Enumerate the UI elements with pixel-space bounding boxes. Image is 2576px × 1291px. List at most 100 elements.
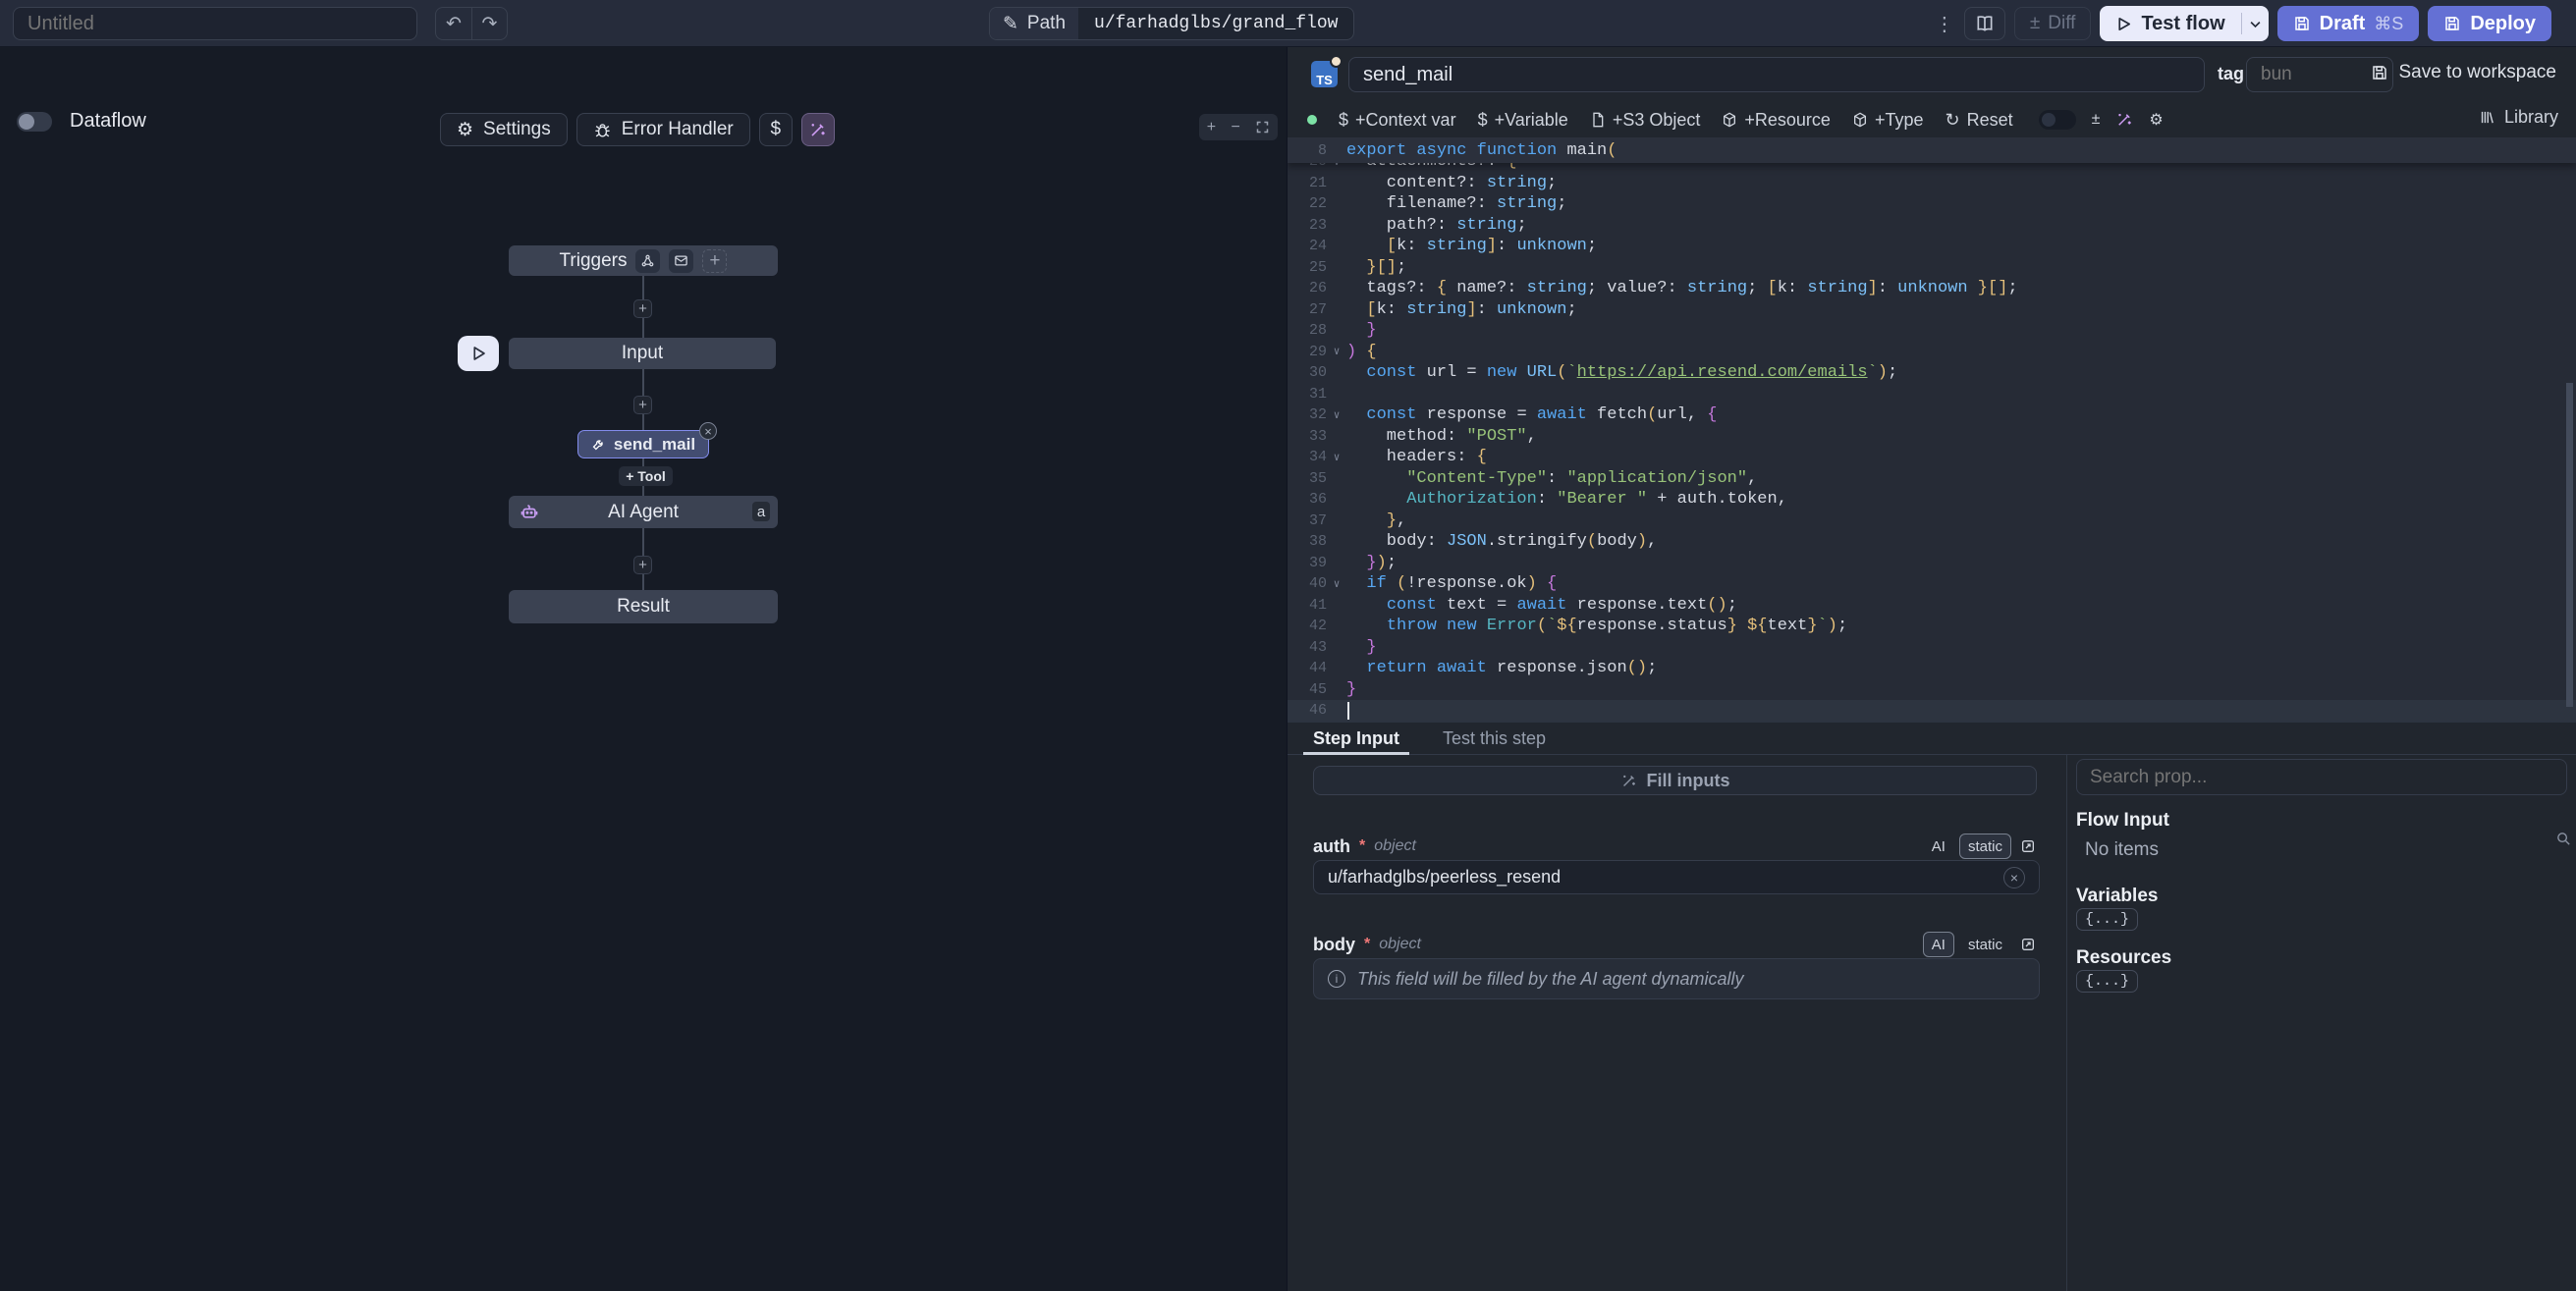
typescript-language-icon[interactable]: TS — [1311, 61, 1338, 87]
fill-inputs-button[interactable]: Fill inputs — [1313, 766, 2037, 795]
prop-search-input[interactable] — [2076, 759, 2567, 795]
dataflow-toggle[interactable] — [17, 112, 52, 132]
step-name-input[interactable] — [1348, 57, 2205, 92]
resources-object-chip[interactable]: {...} — [2076, 970, 2138, 993]
more-menu-button[interactable]: ⋮ — [1934, 12, 1955, 36]
editor-assistant-toggle[interactable] — [2039, 110, 2076, 130]
auth-static-mode-button[interactable]: static — [1959, 834, 2011, 859]
flow-canvas[interactable]: Dataflow ⚙ Settings Error Handler $ + − … — [0, 47, 1288, 1291]
webhook-trigger-button[interactable] — [635, 249, 660, 273]
fold-chevron-icon: ∨ — [1327, 577, 1346, 591]
add-context-var-button[interactable]: $ +Context var — [1339, 110, 1456, 131]
code-line[interactable]: 36 Authorization: "Bearer " + auth.token… — [1288, 489, 2576, 511]
code-line[interactable]: 23 path?: string; — [1288, 215, 2576, 237]
test-flow-dropdown[interactable] — [2241, 13, 2269, 34]
code-line[interactable]: 22 filename?: string; — [1288, 193, 2576, 215]
ai-wand-button[interactable] — [801, 113, 835, 146]
email-trigger-button[interactable] — [669, 249, 693, 273]
add-tool-button[interactable]: + Tool — [619, 466, 673, 486]
code-line[interactable]: 33 method: "POST", — [1288, 426, 2576, 448]
test-flow-main[interactable]: Test flow — [2100, 13, 2240, 35]
code-line[interactable]: 43 } — [1288, 637, 2576, 659]
code-line[interactable]: 41 const text = await response.text(); — [1288, 595, 2576, 617]
save-to-workspace-button[interactable]: Save to workspace — [2371, 62, 2556, 83]
settings-button[interactable]: ⚙ Settings — [440, 113, 568, 146]
sticky-code-line[interactable]: 8export async function main( — [1288, 137, 2576, 163]
wrench-icon — [591, 437, 606, 452]
code-line[interactable]: 31 — [1288, 384, 2576, 405]
tab-test-this-step[interactable]: Test this step — [1443, 723, 1546, 754]
gear-icon[interactable]: ⚙ — [2149, 110, 2163, 130]
draft-button[interactable]: Draft ⌘S — [2277, 6, 2420, 41]
library-button[interactable]: Library — [2479, 107, 2558, 128]
deploy-button[interactable]: Deploy — [2428, 6, 2551, 41]
body-field-header: body* object AI static — [1313, 931, 2040, 958]
code-line[interactable]: 26 tags?: { name?: string; value?: strin… — [1288, 278, 2576, 299]
code-line[interactable]: 40∨ if (!response.ok) { — [1288, 573, 2576, 595]
code-line[interactable]: 30 const url = new URL(`https://api.rese… — [1288, 362, 2576, 384]
docs-button[interactable] — [1964, 7, 2005, 40]
insert-step-button-2[interactable]: + — [633, 396, 652, 414]
path-chip[interactable]: ✎ Path u/farhadglbs/grand_flow — [989, 7, 1354, 40]
result-node[interactable]: Result — [509, 590, 778, 623]
tab-step-input[interactable]: Step Input — [1313, 723, 1399, 754]
add-s3-object-button[interactable]: +S3 Object — [1590, 110, 1701, 131]
flow-title-input[interactable] — [13, 7, 417, 40]
clear-auth-button[interactable]: × — [2003, 867, 2025, 888]
code-line[interactable]: 45} — [1288, 679, 2576, 701]
undo-button[interactable]: ↶ — [436, 8, 471, 39]
code-line[interactable]: 28 } — [1288, 320, 2576, 342]
test-flow-button[interactable]: Test flow — [2100, 6, 2268, 41]
code-line[interactable]: 24 [k: string]: unknown; — [1288, 236, 2576, 257]
dollar-icon: $ — [1478, 110, 1488, 131]
add-type-button[interactable]: +Type — [1852, 110, 1924, 131]
code-line[interactable]: 35 "Content-Type": "application/json", — [1288, 468, 2576, 490]
diff-button[interactable]: ± Diff — [2014, 7, 2092, 40]
auth-value-input[interactable]: u/farhadglbs/peerless_resend × — [1313, 860, 2040, 894]
zoom-in-button[interactable]: + — [1207, 119, 1216, 136]
code-line[interactable]: 27 [k: string]: unknown; — [1288, 299, 2576, 321]
code-line[interactable]: 42 throw new Error(`${response.status} $… — [1288, 616, 2576, 637]
diff-icon[interactable]: ± — [2092, 111, 2101, 129]
code-line[interactable]: 34∨ headers: { — [1288, 447, 2576, 468]
code-line[interactable]: 37 }, — [1288, 511, 2576, 532]
code-line[interactable]: 46 — [1288, 700, 2576, 722]
code-lines[interactable]: 20∨ attachments?: {21 content?: string;2… — [1288, 151, 2576, 722]
body-connect-button[interactable] — [2016, 933, 2040, 956]
ai-agent-node[interactable]: AI Agent a — [509, 496, 778, 528]
triggers-node[interactable]: Triggers + — [509, 245, 778, 276]
redo-button[interactable]: ↷ — [471, 8, 507, 39]
body-ai-mode-button[interactable]: AI — [1923, 932, 1954, 957]
dollar-button[interactable]: $ — [759, 113, 793, 146]
code-scrollbar[interactable] — [2566, 383, 2573, 707]
code-editor[interactable]: 20∨ attachments?: {21 content?: string;2… — [1288, 137, 2576, 722]
search-icon[interactable] — [2555, 831, 2572, 847]
insert-step-button-3[interactable]: + — [633, 556, 652, 574]
reset-code-button[interactable]: ↻ Reset — [1945, 110, 2012, 131]
code-line[interactable]: 44 return await response.json(); — [1288, 658, 2576, 679]
insert-step-button-1[interactable]: + — [633, 299, 652, 318]
auth-ai-mode-button[interactable]: AI — [1923, 834, 1954, 859]
magic-wand-icon — [808, 121, 827, 139]
error-handler-button[interactable]: Error Handler — [576, 113, 750, 146]
code-line[interactable]: 38 body: JSON.stringify(body), — [1288, 531, 2576, 553]
run-input-button[interactable] — [458, 336, 499, 371]
code-line[interactable]: 39 }); — [1288, 553, 2576, 574]
code-line[interactable]: 21 content?: string; — [1288, 173, 2576, 194]
zoom-out-button[interactable]: − — [1232, 119, 1240, 136]
auth-connect-button[interactable] — [2016, 834, 2040, 858]
add-resource-button[interactable]: +Resource — [1722, 110, 1831, 131]
ai-wand-icon[interactable] — [2115, 111, 2133, 129]
code-line[interactable]: 29∨) { — [1288, 342, 2576, 363]
add-variable-button[interactable]: $ +Variable — [1478, 110, 1568, 131]
body-static-mode-button[interactable]: static — [1959, 932, 2011, 957]
input-node[interactable]: Input — [509, 338, 776, 369]
send-mail-node[interactable]: send_mail — [577, 430, 709, 458]
code-line[interactable]: 25 }[]; — [1288, 257, 2576, 279]
fit-view-button[interactable] — [1255, 120, 1270, 134]
remove-step-button[interactable]: × — [699, 422, 717, 440]
chevron-down-icon — [2248, 17, 2263, 31]
add-trigger-button[interactable]: + — [702, 249, 727, 273]
variables-object-chip[interactable]: {...} — [2076, 908, 2138, 931]
code-line[interactable]: 32∨ const response = await fetch(url, { — [1288, 404, 2576, 426]
